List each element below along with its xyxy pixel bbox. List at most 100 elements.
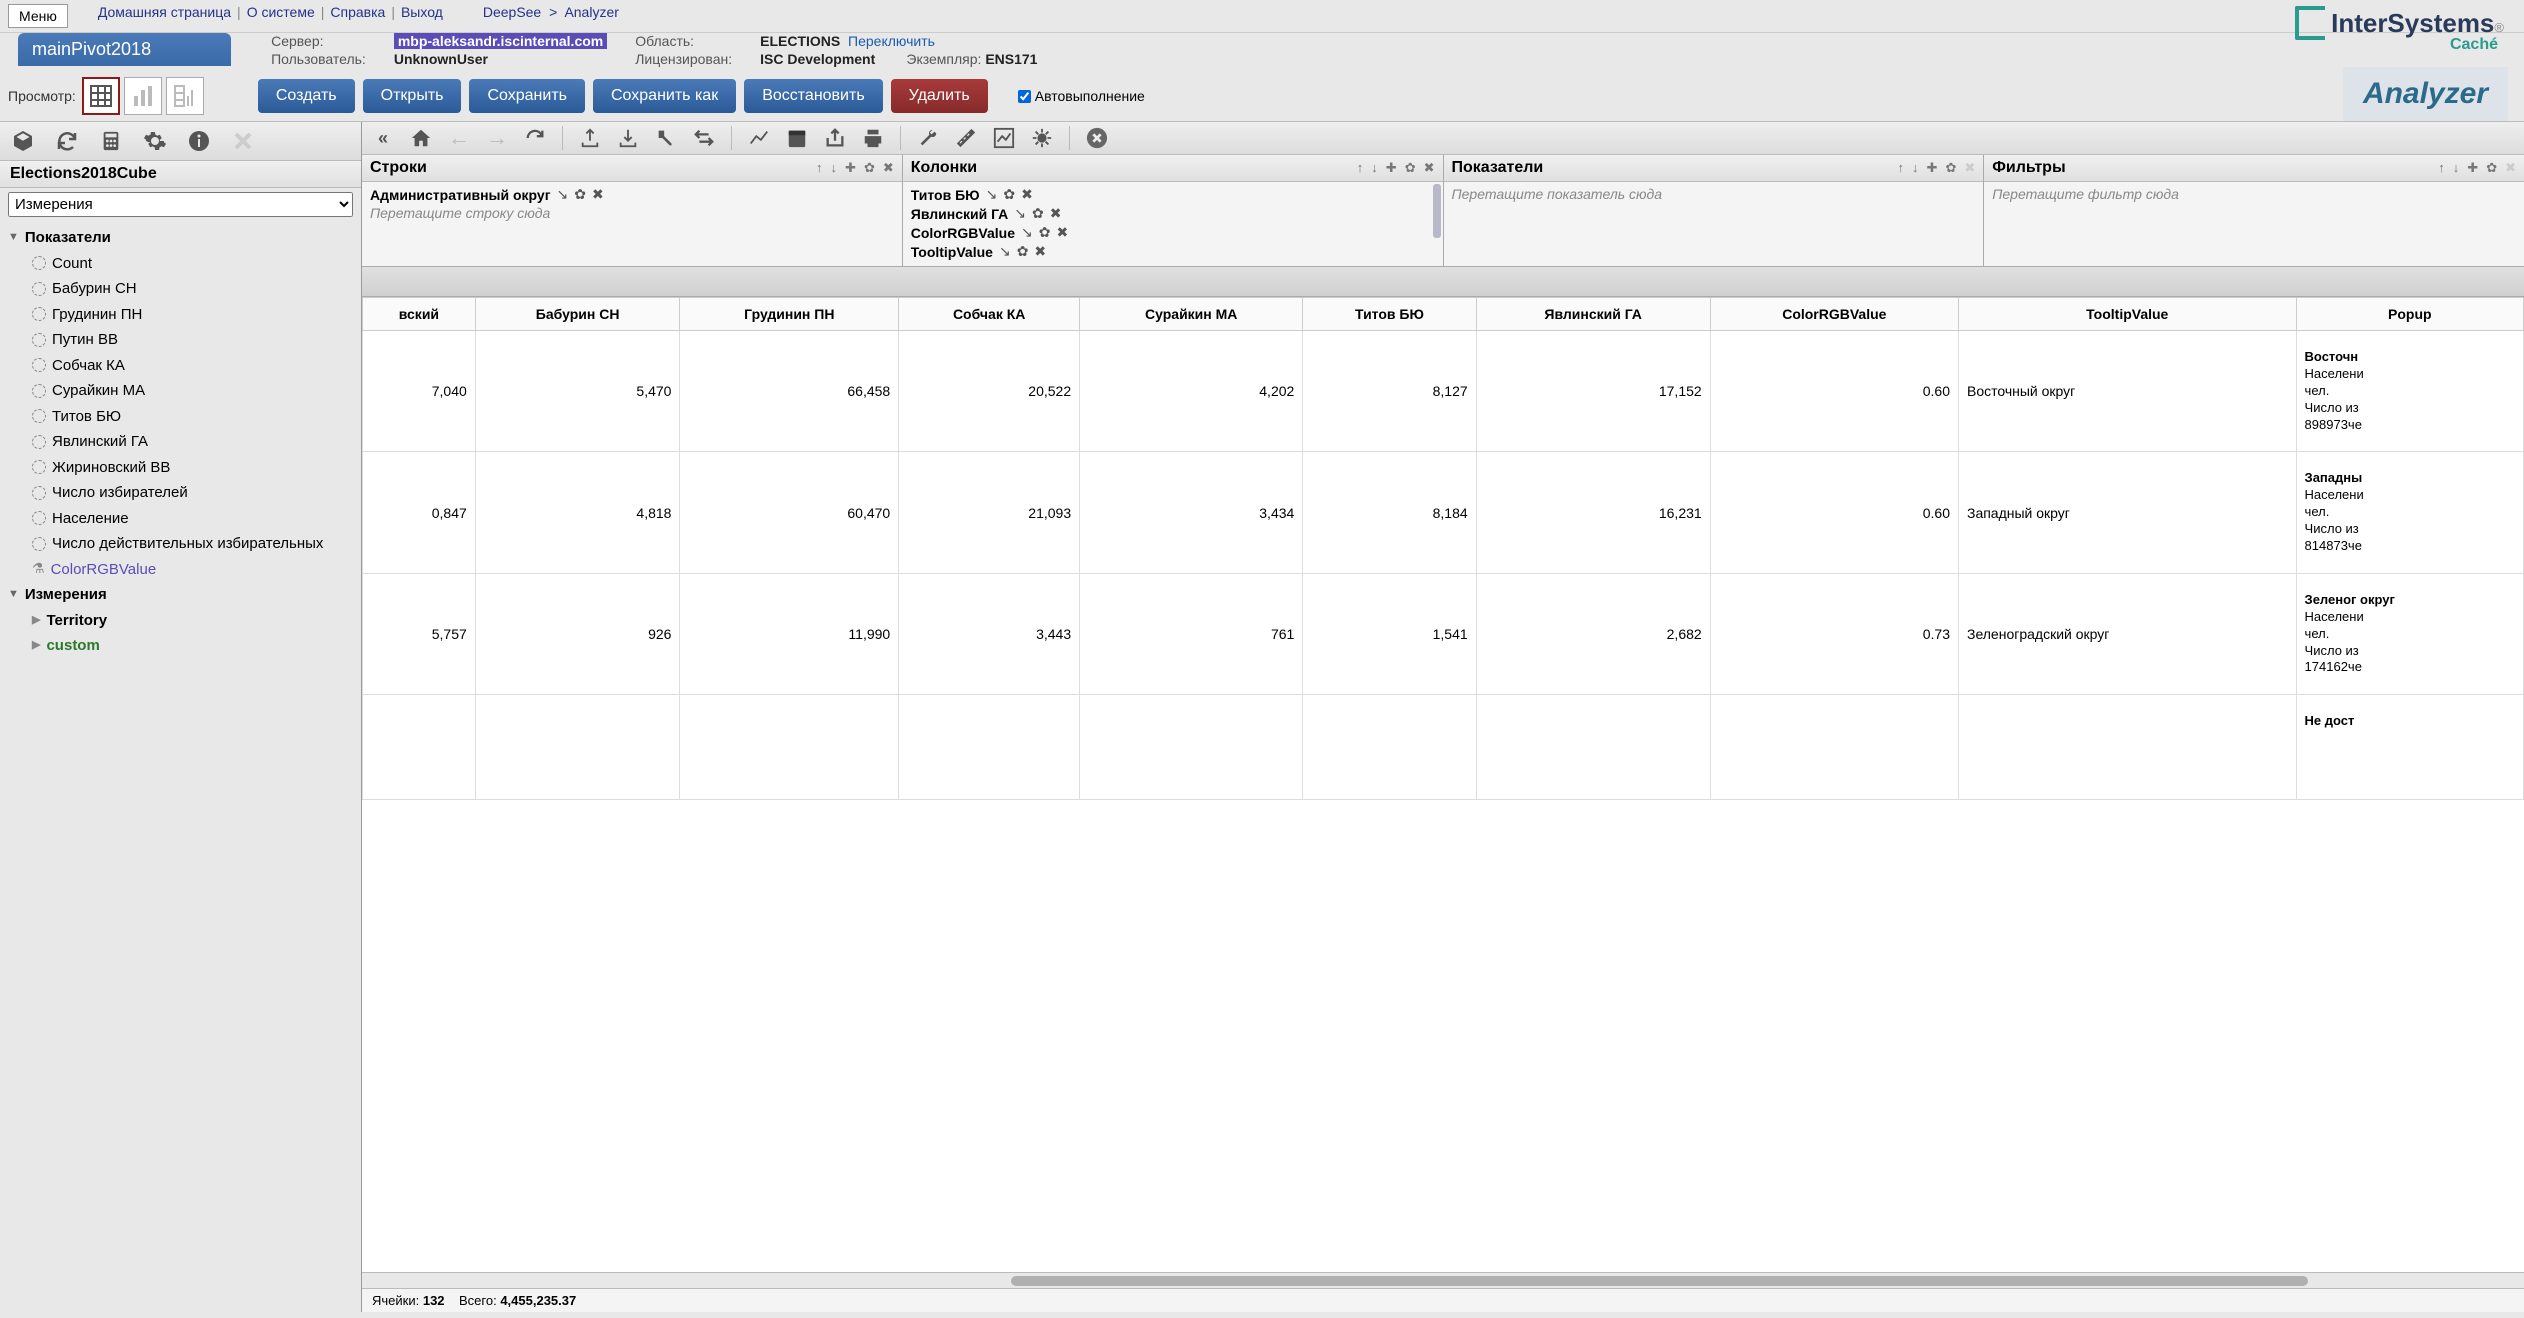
table-cell[interactable] [1080,695,1303,800]
table-cell[interactable]: 66,458 [680,331,899,452]
tree-measure-item[interactable]: Путин ВВ [8,327,353,353]
gear-icon[interactable]: ✿ [1032,205,1044,222]
gear-icon[interactable]: ✿ [1003,186,1015,203]
close-icon[interactable]: ✖ [1424,160,1435,176]
dimension-select[interactable]: Измерения [8,192,353,217]
gear-icon[interactable]: ✿ [1039,224,1051,241]
table-header[interactable]: TooltipValue [1958,298,2296,331]
table-header[interactable]: Грудинин ПН [680,298,899,331]
table-cell[interactable]: 2,682 [1476,573,1710,694]
breadcrumb-page[interactable]: Analyzer [564,4,618,20]
tree-dimension-item[interactable]: ▶Territory [8,608,353,634]
switch-link[interactable]: Переключить [848,33,935,49]
table-cell[interactable]: 0.60 [1710,331,1958,452]
remove-icon[interactable]: ✖ [1034,243,1046,260]
table-cell[interactable]: 60,470 [680,452,899,573]
info-icon[interactable] [186,128,212,154]
table-header[interactable]: Явлинский ГА [1476,298,1710,331]
table-header[interactable]: ColorRGBValue [1710,298,1958,331]
expand-icon[interactable]: ↘ [1021,224,1033,241]
tree-measure-item[interactable]: Count [8,251,353,277]
table-cell[interactable] [1710,695,1958,800]
up-icon[interactable]: ↑ [1898,160,1905,176]
table-cell-popup[interactable]: ЗападныНаселеничел.Число из814873че [2296,452,2523,573]
link-home[interactable]: Домашняя страница [98,4,231,20]
down-icon[interactable]: ↓ [1912,160,1919,176]
zone-row-item[interactable]: Административный округ ↘✿✖ [370,186,894,203]
tree-measure-item[interactable]: Бабурин СН [8,276,353,302]
close-icon[interactable]: ✖ [883,160,894,176]
table-cell[interactable]: 17,152 [1476,331,1710,452]
tree-measure-item[interactable]: Число избирателей [8,480,353,506]
cube-icon[interactable] [10,128,36,154]
plus-icon[interactable]: ✚ [1386,160,1397,176]
table-cell[interactable]: 926 [475,573,680,694]
pivot-table-wrap[interactable]: вскийБабурин СНГрудинин ПНСобчак КАСурай… [362,297,2524,1272]
table-cell[interactable]: 0.60 [1710,452,1958,573]
table-cell[interactable]: 20,522 [899,331,1080,452]
table-cell[interactable]: 0,847 [363,452,476,573]
down-icon[interactable]: ↓ [2453,160,2460,176]
table-cell[interactable] [1476,695,1710,800]
gear-icon[interactable]: ✿ [574,186,586,203]
table-header[interactable]: Сурайкин МА [1080,298,1303,331]
calendar-icon[interactable] [786,127,808,149]
import-icon[interactable] [617,127,639,149]
close-icon[interactable]: ✖ [2505,160,2516,176]
wrench-icon[interactable] [917,127,939,149]
delete-button[interactable]: Удалить [891,79,988,113]
line-chart-icon[interactable] [748,127,770,149]
tree-calc-measure[interactable]: ⚗ColorRGBValue [8,557,353,583]
tree-measure-item[interactable]: Собчак КА [8,353,353,379]
expand-icon[interactable]: ↘ [1014,205,1026,222]
expand-icon[interactable]: ↘ [557,186,569,203]
zone-columns[interactable]: Колонки ↑ ↓ ✚ ✿ ✖ Титов БЮ↘✿✖Явлинский Г… [903,155,1444,266]
expand-icon[interactable]: ↘ [986,186,998,203]
gear-icon[interactable] [142,128,168,154]
forward-icon[interactable]: → [486,127,508,149]
menu-button[interactable]: Меню [8,4,68,28]
table-cell[interactable]: 761 [1080,573,1303,694]
table-cell[interactable]: 3,443 [899,573,1080,694]
saveas-button[interactable]: Сохранить как [593,79,736,113]
zone-col-item[interactable]: Явлинский ГА↘✿✖ [911,205,1435,222]
autoexec-checkbox[interactable] [1018,90,1031,103]
link-exit[interactable]: Выход [401,4,443,20]
gear-icon[interactable]: ✿ [864,160,875,176]
table-cell[interactable] [899,695,1080,800]
chart-box-icon[interactable] [993,127,1015,149]
zone-col-item[interactable]: TooltipValue↘✿✖ [911,243,1435,260]
table-cell-popup[interactable]: Зеленог округНаселеничел.Число из174162ч… [2296,573,2523,694]
back-icon[interactable]: ← [448,127,470,149]
zone-filters[interactable]: Фильтры ↑ ↓ ✚ ✿ ✖ Перетащите фильтр сюда [1984,155,2524,266]
table-header[interactable]: Бабурин СН [475,298,680,331]
down-icon[interactable]: ↓ [831,160,838,176]
export-icon[interactable] [579,127,601,149]
tree-measure-item[interactable]: Число действительных избирательных [8,531,353,557]
table-cell[interactable]: 3,434 [1080,452,1303,573]
table-cell[interactable]: 4,202 [1080,331,1303,452]
tree-dimension-item[interactable]: ▶custom [8,633,353,659]
up-icon[interactable]: ↑ [2438,160,2445,176]
drilldown-icon[interactable] [655,127,677,149]
up-icon[interactable]: ↑ [1357,160,1364,176]
plus-icon[interactable]: ✚ [1927,160,1938,176]
plus-icon[interactable]: ✚ [2467,160,2478,176]
view-chart-button[interactable] [124,77,162,115]
table-cell[interactable]: 16,231 [1476,452,1710,573]
gear-icon[interactable]: ✿ [2486,160,2497,176]
gear-icon[interactable]: ✿ [1405,160,1416,176]
tree-measure-item[interactable]: Жириновский ВВ [8,455,353,481]
table-cell-popup[interactable]: ВосточнНаселеничел.Число из898973че [2296,331,2523,452]
zone-col-item[interactable]: ColorRGBValue↘✿✖ [911,224,1435,241]
table-cell[interactable]: 5,470 [475,331,680,452]
table-header[interactable]: Popup [2296,298,2523,331]
table-cell[interactable] [1303,695,1476,800]
swap-icon[interactable] [693,127,715,149]
autoexec-label[interactable]: Автовыполнение [1018,88,1145,104]
table-cell[interactable]: Восточный округ [1958,331,2296,452]
up-icon[interactable]: ↑ [816,160,823,176]
table-header[interactable]: Титов БЮ [1303,298,1476,331]
link-help[interactable]: Справка [330,4,385,20]
table-cell-popup[interactable]: Не дост [2296,695,2523,800]
